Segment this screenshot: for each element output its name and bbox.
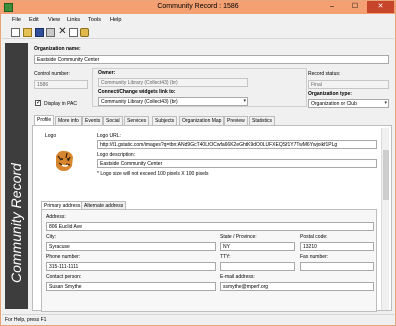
menu-bar: File Edit View Links Tools Help (2, 16, 394, 25)
primary-address-panel: Address: 806 Euclid Ave City: Syracuse S… (41, 209, 377, 312)
tab-primary-address[interactable]: Primary address (41, 201, 84, 209)
owner-group: Owner: Community Library (Collect43) (br… (92, 68, 307, 107)
city-label: City: (46, 234, 56, 240)
tab-profile[interactable]: Profile (34, 115, 55, 125)
postal-code-field[interactable]: 13210 (300, 242, 374, 251)
owner-field: Community Library (Collect43) (br) (98, 78, 248, 87)
contact-person-label: Contact person: (46, 274, 82, 280)
copy-icon[interactable] (69, 28, 78, 37)
address-field[interactable]: 806 Euclid Ave (46, 222, 374, 231)
phone-field[interactable]: 315-111-1111 (46, 262, 216, 271)
tab-events[interactable]: Events (82, 116, 104, 125)
postal-code-label: Postal code: (300, 234, 328, 240)
tty-label: TTY: (220, 254, 231, 260)
logo-description-field[interactable]: Eastside Community Center (97, 159, 377, 168)
maximize-button[interactable]: ☐ (344, 1, 366, 13)
city-field[interactable]: Syracuse (46, 242, 216, 251)
title-bar: Community Record : 1586 – ☐ ✕ (1, 1, 395, 14)
app-window: Community Record : 1586 – ☐ ✕ File Edit … (0, 0, 396, 326)
profile-scrollbar[interactable] (381, 128, 389, 310)
email-field[interactable]: ssmythe@mperf.org (220, 282, 374, 291)
connect-value: Community Library (Collect43) (br) (101, 99, 178, 105)
menu-edit[interactable]: Edit (29, 17, 39, 23)
address-tabs: Primary address Alternate address (41, 201, 241, 209)
logo-section-label: Logo (45, 133, 57, 139)
status-bar: For Help, press F1 (2, 314, 394, 325)
record-type-sidebar: Community Record (5, 43, 28, 309)
phone-label: Phone number: (46, 254, 81, 260)
record-tabs: Profile More info Events Social Services… (32, 115, 392, 125)
org-name-field[interactable]: Eastside Community Center (34, 55, 389, 64)
display-in-pac-label: Display in PAC (44, 101, 77, 107)
record-status-label: Record status: (308, 71, 341, 77)
minimize-button[interactable]: – (321, 1, 343, 13)
control-number-field: 1586 (34, 80, 88, 89)
toolbar: ✕ (2, 26, 394, 39)
owner-label: Owner: (98, 70, 116, 76)
chevron-down-icon: ▾ (243, 98, 246, 104)
logo-size-note: * Logo size will not exceed 100 pixels X… (97, 171, 209, 177)
state-label: State / Province: (220, 234, 257, 240)
fax-label: Fax number: (300, 254, 329, 260)
tab-organization-map[interactable]: Organization Map (179, 116, 225, 125)
logo-url-field[interactable]: http://t1.gstatic.com/images?q=tbn:ANd9G… (97, 140, 377, 149)
logo-description-label: Logo description: (97, 152, 136, 158)
sidebar-label: Community Record (8, 163, 24, 283)
email-label: E-mail address: (220, 274, 255, 280)
fax-field[interactable] (300, 262, 374, 271)
contact-person-field[interactable]: Susan Smythe (46, 282, 216, 291)
open-folder-icon[interactable] (23, 28, 32, 37)
state-field[interactable]: NY (220, 242, 295, 251)
profile-panel: Logo Logo URL: http://t1.gstatic.com/ima… (32, 125, 392, 312)
org-type-label: Organization type: (308, 91, 352, 97)
menu-view[interactable]: View (48, 17, 60, 23)
tab-alternate-address[interactable]: Alternate address (81, 201, 127, 209)
status-text: For Help, press F1 (5, 317, 47, 323)
scrollbar-thumb[interactable] (383, 150, 389, 200)
menu-file[interactable]: File (12, 17, 21, 23)
close-button[interactable]: ✕ (367, 1, 394, 13)
tab-more-info[interactable]: More info (55, 116, 82, 125)
tab-preview[interactable]: Preview (224, 116, 248, 125)
org-name-label: Organization name: (34, 46, 81, 52)
logo-url-label: Logo URL: (97, 133, 121, 139)
connect-dropdown[interactable]: Community Library (Collect43) (br) ▾ (98, 97, 248, 106)
display-in-pac-checkbox[interactable]: ✓ (35, 100, 41, 106)
new-document-icon[interactable] (11, 28, 20, 37)
connect-label: Connect/Change widgets link to: (98, 89, 176, 95)
save-icon[interactable] (35, 28, 44, 37)
tab-statistics[interactable]: Statistics (249, 116, 276, 125)
record-form: Organization name: Eastside Community Ce… (32, 43, 392, 312)
org-type-value: Organization or Club (311, 101, 357, 107)
menu-tools[interactable]: Tools (88, 17, 101, 23)
menu-links[interactable]: Links (67, 17, 80, 23)
tab-social[interactable]: Social (103, 116, 123, 125)
chevron-down-icon: ▾ (384, 100, 387, 106)
tty-field[interactable] (220, 262, 295, 271)
record-status-field: Final (308, 80, 389, 89)
help-icon[interactable] (80, 28, 89, 37)
tab-subjects[interactable]: Subjects (152, 116, 178, 125)
delete-icon[interactable]: ✕ (58, 27, 67, 37)
print-icon[interactable] (46, 28, 55, 37)
control-number-label: Control number: (34, 71, 70, 77)
tab-services[interactable]: Services (124, 116, 150, 125)
menu-help[interactable]: Help (110, 17, 122, 23)
address-label: Address: (46, 214, 66, 220)
org-logo-image (53, 148, 76, 174)
org-type-dropdown[interactable]: Organization or Club ▾ (308, 99, 389, 108)
